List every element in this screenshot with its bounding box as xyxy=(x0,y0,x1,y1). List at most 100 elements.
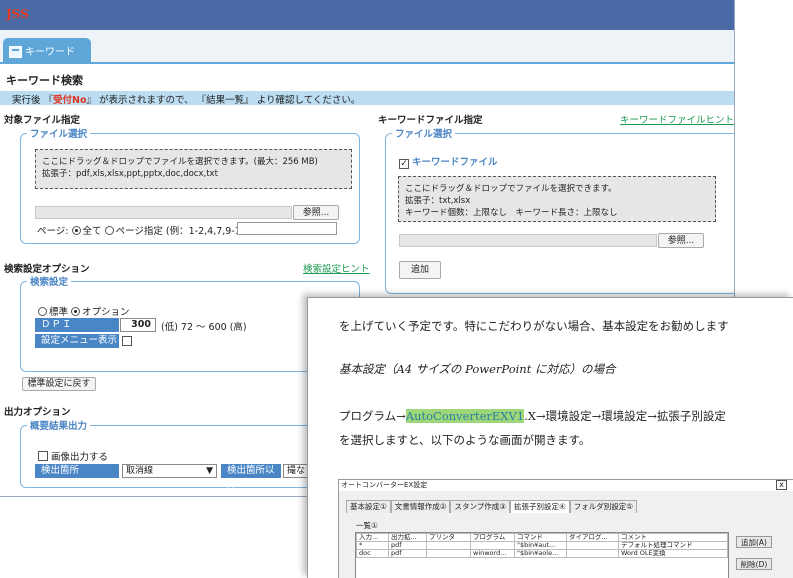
dialog-tabs: 基本設定① 文書情報作成② スタンプ作成③ 拡張子別設定④ フォルダ別設定⑤ xyxy=(346,500,637,513)
doc-line-1: を上げていく予定です。特にこだわりがない場合、基本設定をお勧めします xyxy=(339,319,729,333)
grid-cell: * xyxy=(356,541,389,550)
dpi-range-text: (低) 72 ～ 600 (高) xyxy=(161,322,247,333)
chevron-down-icon: ▼ xyxy=(206,466,213,476)
keyword-drop-line3: キーワード個数：上限なし キーワード長さ：上限なし xyxy=(405,208,618,218)
grid-cell xyxy=(426,541,471,550)
notice-prefix: 実行後 『 xyxy=(12,95,54,106)
dialog-tab: 基本設定① xyxy=(346,500,391,513)
reset-defaults-button[interactable]: 標準設定に戻す xyxy=(22,377,96,391)
grid-cell: Word OLE変換 xyxy=(618,549,728,558)
grid-row: * pdf "$bin¥aut... デフォルト処理コマンド xyxy=(356,541,728,550)
target-drop-line1: ここにドラッグ＆ドロップでファイルを選択できます。(最大：256 MB) xyxy=(42,157,318,167)
image-output-row[interactable]: 画像出力する xyxy=(38,449,108,463)
search-options-hint-link[interactable]: 検索設定ヒント xyxy=(303,261,370,275)
doc-line-4: を選択しますと、以下のような画面が開きます。 xyxy=(339,433,591,447)
settings-menu-checkbox[interactable] xyxy=(122,336,132,346)
dialog-tab: 文書情報作成② xyxy=(390,500,451,513)
doc-line-3-suffix: .X→環境設定→環境設定→拡張子別設定 xyxy=(524,409,726,423)
option-label: オプション xyxy=(82,307,130,318)
target-browse-button[interactable]: 参照... xyxy=(293,205,339,220)
grid-cell: winword... xyxy=(470,549,515,558)
notice-bar: 実行後 『受付No』 が表示されますので、 『結果一覧』 より確認してください。 xyxy=(0,91,734,106)
grid-cell xyxy=(426,549,471,558)
grid-header-row: 入力... 出力拡... プリンタ プログラム コマンド ダイアログ... コメント xyxy=(356,533,728,542)
output-options-heading: 出力オプション xyxy=(4,407,71,418)
search-mode-row: 標準 オプション xyxy=(38,304,130,318)
grid-column-header: ダイアログ... xyxy=(566,533,619,542)
keyword-dropzone[interactable]: ここにドラッグ＆ドロップでファイルを選択できます。 拡張子：txt,xlsx キ… xyxy=(398,176,716,222)
page-title: キーワード検索 xyxy=(6,74,83,87)
manual-document-overlay: を上げていく予定です。特にこだわりがない場合、基本設定をお勧めします 基本設定（… xyxy=(307,297,793,578)
calendar-icon xyxy=(9,46,22,58)
keyword-add-button[interactable]: 追加 xyxy=(399,261,441,279)
grid-cell: pdf xyxy=(388,549,427,558)
keyword-file-checkbox[interactable]: ✓ xyxy=(399,159,409,169)
grid-column-header: プログラム xyxy=(470,533,515,542)
detect-select-value: 取消線 xyxy=(126,466,154,476)
extension-settings-grid: 入力... 出力拡... プリンタ プログラム コマンド ダイアログ... コメント * pd… xyxy=(355,532,729,578)
page-spec-input[interactable] xyxy=(237,222,337,235)
doc-line-3: プログラム→AutoConverterEXV1.X→環境設定→環境設定→拡張子別… xyxy=(339,408,726,424)
keyword-drop-line2: 拡張子：txt,xlsx xyxy=(405,196,471,206)
page-spec-radio[interactable] xyxy=(104,226,114,235)
grid-column-header: コマンド xyxy=(514,533,567,542)
detect-label: 検出箇所 xyxy=(35,464,119,478)
doc-line-3-prefix: プログラム→ xyxy=(339,409,406,423)
option-radio[interactable] xyxy=(71,307,81,316)
page-all-radio[interactable] xyxy=(71,226,81,235)
grid-column-header: 出力拡... xyxy=(388,533,427,542)
keyword-file-checkbox-label: キーワードファイル xyxy=(412,157,498,168)
dialog-group-label: 一覧① xyxy=(356,521,378,530)
keyword-file-legend: ファイル選択 xyxy=(395,129,453,140)
grid-cell xyxy=(566,549,619,558)
grid-cell: doc xyxy=(356,549,389,558)
notice-accent: 受付No xyxy=(53,95,87,106)
dpi-input[interactable]: 300 xyxy=(120,318,156,332)
dialog-tab: スタンプ作成③ xyxy=(450,500,510,513)
image-output-label: 画像出力する xyxy=(51,452,109,463)
doc-highlight-link: AutoConverterEXV1 xyxy=(405,409,525,423)
settings-dialog-screenshot: オートコンバーターEX設定 x 基本設定① 文書情報作成② スタンプ作成③ 拡張子別設… xyxy=(338,479,793,578)
standard-radio[interactable] xyxy=(38,307,47,316)
title-bar: JSS xyxy=(0,0,734,30)
page-all-label: 全て xyxy=(82,226,102,237)
keyword-drop-line1: ここにドラッグ＆ドロップでファイルを選択できます。 xyxy=(405,184,617,194)
target-file-path xyxy=(35,206,292,219)
target-drop-line2: 拡張子：pdf,xls,xlsx,ppt,pptx,doc,docx,txt xyxy=(42,169,218,179)
tab-strip: キーワード xyxy=(0,30,734,64)
grid-cell: pdf xyxy=(388,541,427,550)
grid-cell: "$bin¥aole... xyxy=(514,549,567,558)
grid-cell xyxy=(566,541,619,550)
grid-column-header: プリンタ xyxy=(426,533,471,542)
keyword-file-path xyxy=(399,234,657,247)
target-file-heading: 対象ファイル指定 xyxy=(4,115,81,126)
detect-select[interactable]: 取消線 ▼ xyxy=(122,464,217,478)
page-range-row: ページ: 全て ページ指定 (例：1-2,4,7,9-10) xyxy=(37,223,251,237)
app-logo: JSS xyxy=(6,7,29,21)
grid-cell xyxy=(470,541,515,550)
dialog-tab: 拡張子別設定④ xyxy=(509,500,570,513)
grid-cell: "$bin¥aut... xyxy=(514,541,567,550)
tab-keyword[interactable]: キーワード xyxy=(3,38,91,64)
dialog-add-button: 追加(A) xyxy=(736,536,772,548)
standard-label: 標準 xyxy=(49,307,69,318)
dialog-close-icon: x xyxy=(776,480,787,490)
keyword-file-checkbox-row[interactable]: ✓ キーワードファイル xyxy=(399,154,498,169)
keyword-browse-button[interactable]: 参照... xyxy=(658,233,704,248)
output-options-legend: 概要結果出力 xyxy=(30,421,88,432)
search-options-legend: 検索設定 xyxy=(30,277,69,288)
tab-keyword-label: キーワード xyxy=(25,47,75,58)
keyword-file-hint-link[interactable]: キーワードファイルヒント xyxy=(620,112,734,126)
doc-line-2: 基本設定（A4 サイズの PowerPoint に対応）の場合 xyxy=(339,362,616,376)
target-dropzone[interactable]: ここにドラッグ＆ドロップでファイルを選択できます。(最大：256 MB) 拡張子… xyxy=(35,149,352,189)
dpi-label: ＤＰＩ xyxy=(35,318,119,332)
image-output-checkbox[interactable] xyxy=(38,451,48,461)
grid-column-header: コメント xyxy=(618,533,728,542)
page-spec-label: ページ指定 (例：1-2,4,7,9-10) xyxy=(115,226,251,237)
grid-cell: デフォルト処理コマンド xyxy=(618,541,728,550)
dialog-tab: フォルダ別設定⑤ xyxy=(569,500,637,513)
dialog-delete-button: 削除(D) xyxy=(736,558,772,570)
non-detect-label: 検出箇所以外 xyxy=(221,464,281,490)
grid-row: doc pdf winword... "$bin¥aole... Word OLE変換 xyxy=(356,549,728,558)
settings-menu-label: 設定メニュー表示 xyxy=(35,334,119,348)
